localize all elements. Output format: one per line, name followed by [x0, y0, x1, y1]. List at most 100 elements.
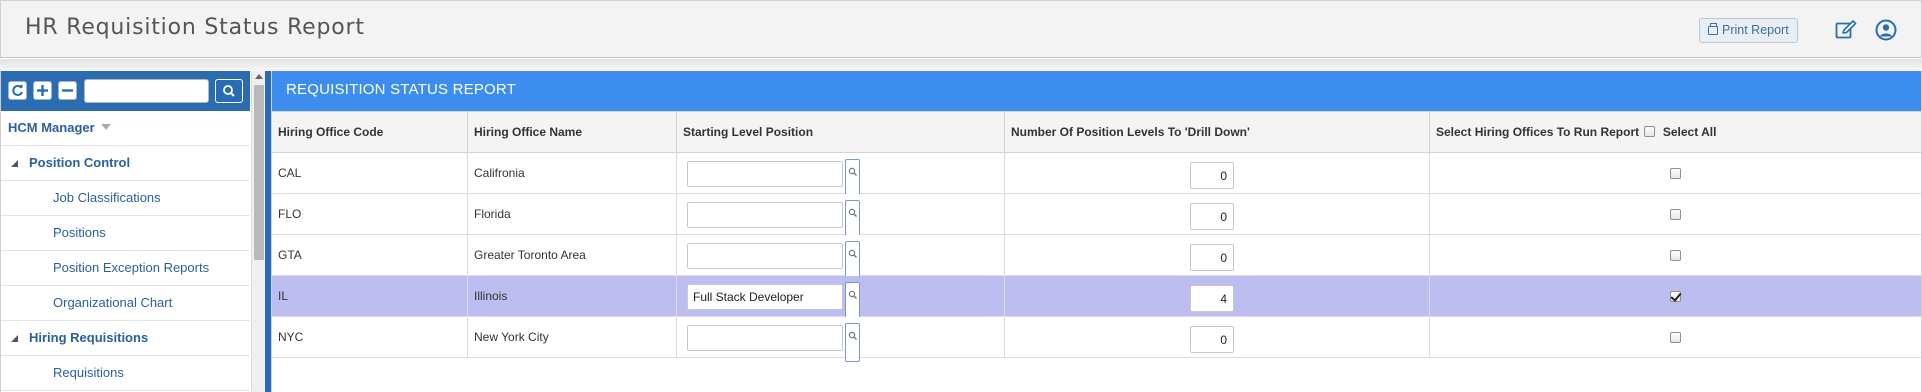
- cell-starting-level: [677, 194, 1005, 239]
- sidebar-item-label: Position Exception Reports: [53, 260, 210, 275]
- lookup-button[interactable]: [845, 282, 860, 321]
- cell-drill-down-levels: [1005, 317, 1430, 357]
- sidebar-item-label: Positions: [53, 225, 106, 240]
- column-header-code: Hiring Office Code: [272, 112, 468, 153]
- lookup-button[interactable]: [845, 200, 860, 239]
- sidebar-item-label: Position Control: [29, 155, 131, 170]
- starting-level-input[interactable]: [687, 284, 843, 310]
- sidebar-item-positions[interactable]: Positions: [1, 216, 250, 251]
- starting-level-lookup: [687, 323, 862, 362]
- cell-office-name: New York City: [468, 317, 677, 357]
- starting-level-input[interactable]: [687, 161, 843, 187]
- select-all-checkbox[interactable]: [1644, 126, 1656, 137]
- cell-select: [1430, 235, 1921, 275]
- app-header: HR Requisition Status Report Print Repor…: [0, 0, 1922, 58]
- cell-office-name: Illinois: [468, 276, 677, 316]
- sidebar-item-position-exception-reports[interactable]: Position Exception Reports: [1, 251, 250, 286]
- cell-drill-down-levels: [1005, 153, 1430, 193]
- search-icon: [848, 290, 857, 299]
- lookup-button[interactable]: [845, 241, 860, 280]
- search-icon: [223, 85, 235, 97]
- refresh-icon: [12, 84, 23, 96]
- table-row[interactable]: NYC New York City: [272, 317, 1921, 362]
- cell-starting-level: [677, 317, 1005, 362]
- cell-office-code: FLO: [272, 194, 468, 234]
- select-office-checkbox[interactable]: [1670, 209, 1681, 220]
- cell-starting-level: [677, 153, 1005, 198]
- sidebar-item-label: Hiring Requisitions: [29, 330, 149, 345]
- scroll-up-arrow-icon[interactable]: [255, 74, 263, 79]
- sidebar-search-input[interactable]: [84, 79, 209, 103]
- starting-level-lookup: [687, 200, 862, 239]
- print-report-label: Print Report: [1722, 23, 1789, 37]
- caret-down-icon: [100, 124, 111, 130]
- edit-icon[interactable]: [1835, 20, 1857, 40]
- table-row[interactable]: GTA Greater Toronto Area: [272, 235, 1921, 280]
- plus-icon: [37, 85, 48, 96]
- cell-office-code: CAL: [272, 153, 468, 193]
- expand-all-button[interactable]: [33, 81, 52, 100]
- sidebar-item-label: Requisitions: [53, 365, 124, 380]
- starting-level-input[interactable]: [687, 202, 843, 228]
- page-title: HR Requisition Status Report: [25, 15, 365, 40]
- column-header-starting-level: Starting Level Position: [677, 112, 1005, 153]
- cell-office-code: NYC: [272, 317, 468, 357]
- cell-office-name: Greater Toronto Area: [468, 235, 677, 275]
- cell-starting-level: [677, 235, 1005, 280]
- lookup-button[interactable]: [845, 323, 860, 362]
- refresh-button[interactable]: [8, 81, 27, 100]
- lookup-button[interactable]: [845, 159, 860, 198]
- sidebar-search-button[interactable]: [215, 79, 243, 103]
- sidebar-item-label: Organizational Chart: [53, 295, 173, 310]
- sidebar-item-label: Job Classifications: [53, 190, 161, 205]
- panel-title: REQUISITION STATUS REPORT: [272, 71, 1921, 111]
- sidebar-item-hcm-manager[interactable]: HCM Manager: [1, 111, 250, 146]
- cell-office-code: IL: [272, 276, 468, 316]
- column-header-select: Select Hiring Offices To Run Report Sele…: [1430, 112, 1921, 153]
- drill-down-levels-input[interactable]: [1190, 285, 1234, 312]
- cell-drill-down-levels: [1005, 276, 1430, 316]
- user-account-icon[interactable]: [1875, 19, 1897, 41]
- select-column-label: Select Hiring Offices To Run Report: [1436, 125, 1640, 139]
- drill-down-levels-input[interactable]: [1190, 326, 1234, 353]
- collapse-all-button[interactable]: [58, 81, 77, 100]
- sidebar-item-job-classifications[interactable]: Job Classifications: [1, 181, 250, 216]
- cell-office-name: Califronia: [468, 153, 677, 193]
- print-report-button[interactable]: Print Report: [1699, 18, 1798, 43]
- sidebar-item-hiring-requisitions[interactable]: Hiring Requisitions: [1, 321, 250, 356]
- starting-level-input[interactable]: [687, 243, 843, 269]
- sidebar-scrollbar[interactable]: [251, 71, 265, 392]
- sidebar-item-position-control[interactable]: Position Control: [1, 146, 250, 181]
- cell-starting-level: [677, 276, 1005, 321]
- starting-level-lookup: [687, 282, 862, 321]
- cell-drill-down-levels: [1005, 235, 1430, 275]
- drill-down-levels-input[interactable]: [1190, 203, 1234, 230]
- select-office-checkbox[interactable]: [1670, 291, 1681, 302]
- drill-down-levels-input[interactable]: [1190, 162, 1234, 189]
- main-content: REQUISITION STATUS REPORT Hiring Office …: [271, 71, 1922, 392]
- search-icon: [848, 208, 857, 217]
- table-row[interactable]: CAL Califronia: [272, 153, 1921, 198]
- cell-office-name: Florida: [468, 194, 677, 234]
- select-office-checkbox[interactable]: [1670, 250, 1681, 261]
- sidebar-toolbar: [1, 71, 250, 111]
- select-all-label: Select All: [1662, 125, 1717, 139]
- drill-down-levels-input[interactable]: [1190, 244, 1234, 271]
- table-row[interactable]: IL Illinois: [272, 276, 1921, 321]
- starting-level-input[interactable]: [687, 325, 843, 351]
- column-header-name: Hiring Office Name: [468, 112, 677, 153]
- table-row[interactable]: FLO Florida: [272, 194, 1921, 239]
- scrollbar-thumb[interactable]: [254, 85, 264, 260]
- expanded-triangle-icon: [11, 160, 18, 167]
- starting-level-lookup: [687, 241, 862, 280]
- sidebar-item-requisitions[interactable]: Requisitions: [1, 356, 250, 391]
- minus-icon: [62, 89, 73, 92]
- select-office-checkbox[interactable]: [1670, 332, 1681, 343]
- sidebar: HCM Manager Position Control Job Classif…: [0, 71, 271, 392]
- cell-select: [1430, 194, 1921, 234]
- search-icon: [848, 249, 857, 258]
- grid-header-row: Hiring Office Code Hiring Office Name St…: [272, 111, 1921, 153]
- select-office-checkbox[interactable]: [1670, 168, 1681, 179]
- cell-select: [1430, 317, 1921, 357]
- sidebar-item-organizational-chart[interactable]: Organizational Chart: [1, 286, 250, 321]
